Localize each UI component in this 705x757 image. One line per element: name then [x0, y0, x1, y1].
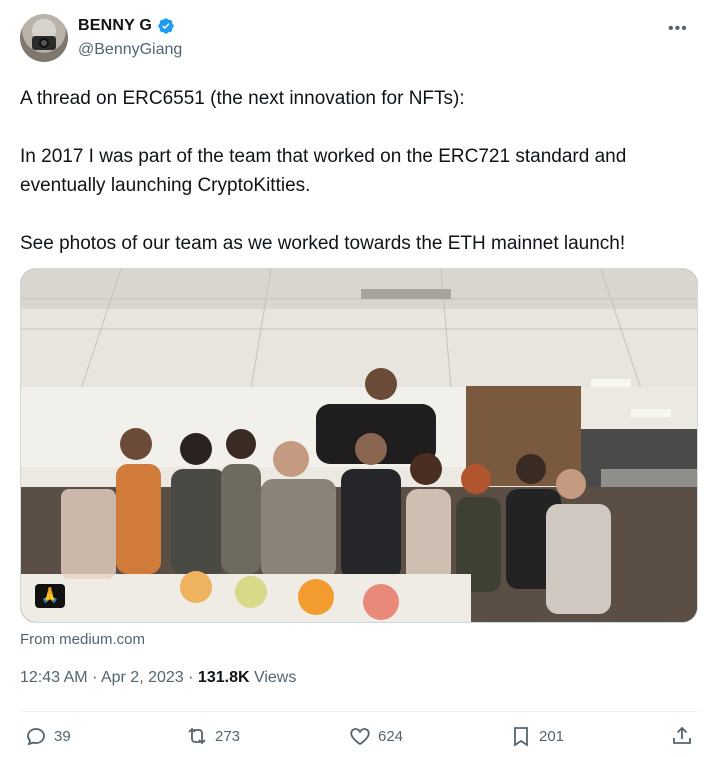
tweet-header: BENNY G @BennyGiang ••• [20, 14, 700, 66]
separator: · [92, 669, 101, 686]
name-line: BENNY G [78, 17, 175, 35]
views-label: Views [253, 669, 297, 686]
divider [20, 711, 698, 712]
tweet-time[interactable]: 12:43 AM [20, 669, 88, 686]
tweet-line: See photos of our team as we worked towa… [20, 233, 626, 254]
like-icon [350, 728, 370, 746]
tweet-date[interactable]: Apr 2, 2023 [101, 669, 184, 686]
handle[interactable]: @BennyGiang [78, 41, 182, 59]
like-count: 624 [378, 727, 404, 745]
folded-hands-icon[interactable]: 🙏 [35, 584, 65, 608]
team-photo-illustration [21, 269, 697, 622]
display-name[interactable]: BENNY G [78, 17, 152, 35]
action-bar: 39 273 624 201 [20, 724, 700, 756]
reply-icon [27, 728, 45, 746]
share-icon [673, 726, 691, 744]
verified-icon [158, 18, 174, 34]
tweet-text: A thread on ERC6551 (the next innovation… [20, 84, 690, 258]
separator: · [188, 669, 198, 686]
reply-count: 39 [54, 727, 71, 745]
tweet-line: In 2017 I was part of the team that work… [20, 146, 627, 196]
views-count: 131.8K [197, 669, 250, 686]
reply-button[interactable]: 39 [24, 724, 71, 748]
more-icon[interactable]: ••• [668, 20, 690, 37]
avatar[interactable] [20, 14, 68, 62]
repost-button[interactable]: 273 [185, 724, 240, 748]
share-button[interactable] [670, 724, 694, 748]
bookmark-count: 201 [539, 727, 565, 745]
bookmark-button[interactable]: 201 [509, 724, 564, 748]
tweet-meta: 12:43 AM · Apr 2, 2023 · 131.8K Views [20, 669, 296, 687]
bookmark-icon [514, 727, 528, 747]
repost-icon [188, 727, 206, 745]
tweet-photo[interactable]: 🙏 [20, 268, 698, 623]
like-button[interactable]: 624 [348, 724, 403, 748]
avatar-lens [39, 38, 49, 48]
card-source[interactable]: From medium.com [20, 631, 145, 648]
tweet-line: A thread on ERC6551 (the next innovation… [20, 88, 465, 109]
repost-count: 273 [215, 727, 241, 745]
